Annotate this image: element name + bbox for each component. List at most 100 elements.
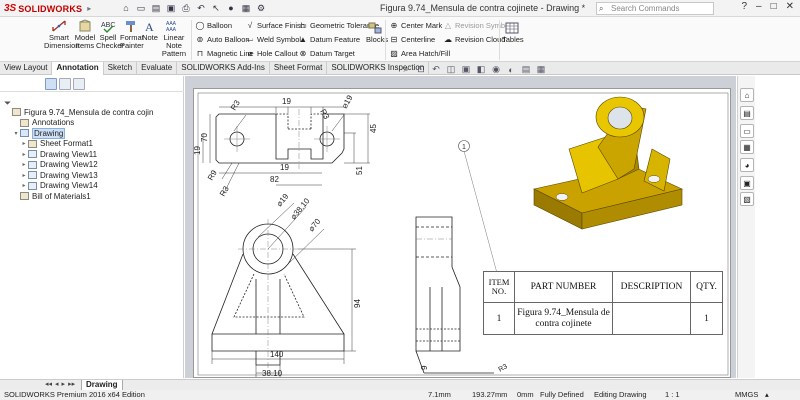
maximize-button[interactable]: □ <box>771 1 777 12</box>
previous-view-icon[interactable]: ↶ <box>430 64 442 75</box>
print-icon[interactable]: ⎙ <box>180 2 192 14</box>
dim-45[interactable]: 45 <box>369 124 378 133</box>
blocks-button[interactable]: Blocks <box>366 21 388 44</box>
dim-phi38[interactable]: ⌀38.10 <box>289 196 312 221</box>
area-hatch-fill-button[interactable]: ▨ Area Hatch/Fill <box>389 48 450 58</box>
tree-expand-icon[interactable]: ▾ <box>12 130 20 137</box>
dim-94[interactable]: 94 <box>353 299 362 308</box>
dim-9[interactable]: 9 <box>420 365 429 370</box>
model-items-button[interactable]: Model Items <box>74 19 96 50</box>
solidworks-resources-icon[interactable]: ⌂ <box>740 88 754 102</box>
dim-r3-c[interactable]: R3 <box>218 184 231 198</box>
save-icon[interactable]: ▣ <box>165 2 177 14</box>
datum-feature-button[interactable]: ▲ Datum Feature <box>298 34 360 44</box>
balloon-button[interactable]: ◯ Balloon <box>195 20 233 30</box>
smart-dimension-button[interactable]: Smart Dimension <box>44 19 79 50</box>
file-explorer-icon[interactable]: ▭ <box>740 124 754 138</box>
undo-icon[interactable]: ↶ <box>195 2 207 14</box>
configuration-manager-tab-icon[interactable] <box>73 78 85 90</box>
status-scale[interactable]: 1 : 1 <box>665 390 680 400</box>
apply-scene-icon[interactable]: ▤ <box>520 64 532 75</box>
tree-item[interactable]: ▸ Drawing View12 <box>0 160 184 171</box>
rebuild-icon[interactable]: ● <box>225 2 237 14</box>
hide-show-items-icon[interactable]: ◉ <box>490 64 502 75</box>
new-document-icon[interactable]: ▭ <box>135 2 147 14</box>
tab-sketch[interactable]: Sketch <box>104 62 138 75</box>
center-mark-button[interactable]: ⊕ Center Mark <box>389 20 443 30</box>
open-icon[interactable]: ▤ <box>150 2 162 14</box>
solidworks-forum-icon[interactable]: ▧ <box>740 192 754 206</box>
dim-phi19-top[interactable]: ⌀19 <box>340 93 355 110</box>
tab-annotation[interactable]: Annotation <box>52 62 104 75</box>
dim-19-side[interactable]: 19 <box>194 146 202 155</box>
dim-82[interactable]: 82 <box>270 175 279 184</box>
home-icon[interactable]: ⌂ <box>120 2 132 14</box>
appearances-icon[interactable]: ◕ <box>740 158 754 172</box>
tree-expand-icon[interactable]: ▸ <box>20 140 28 147</box>
tree-item[interactable]: ▸ Sheet Format1 <box>0 139 184 150</box>
surface-finish-button[interactable]: √ Surface Finish <box>245 20 305 30</box>
close-button[interactable]: ✕ <box>786 1 794 12</box>
file-properties-icon[interactable]: ▦ <box>240 2 252 14</box>
section-view-icon[interactable]: ◫ <box>445 64 457 75</box>
tab-sheet-format[interactable]: Sheet Format <box>270 62 328 75</box>
dim-r9[interactable]: R9 <box>206 168 219 182</box>
revision-symbol-button[interactable]: △ Revision Symbol <box>443 20 511 30</box>
tree-item[interactable]: ▾ Drawing <box>0 127 184 139</box>
property-manager-tab-icon[interactable] <box>59 78 71 90</box>
tree-item[interactable]: Figura 9.74_Mensula de contra cojin <box>0 107 184 118</box>
dim-70[interactable]: 70 <box>200 133 209 142</box>
note-button[interactable]: A Note <box>142 19 158 42</box>
auto-balloon-button[interactable]: ⊚ Auto Balloon <box>195 34 250 44</box>
units-dropdown-icon[interactable]: ▴ <box>765 390 769 400</box>
search-commands-input[interactable]: ⌕ Search Commands <box>596 2 714 15</box>
tree-item[interactable]: ▸ Drawing View13 <box>0 170 184 181</box>
tab-view-layout[interactable]: View Layout <box>0 62 53 75</box>
solidworks-logo[interactable]: 3S SOLIDWORKS ▸ <box>4 2 91 15</box>
first-sheet-icon[interactable]: ◂◂ <box>45 380 52 388</box>
zoom-to-area-icon[interactable]: ⊡ <box>415 64 427 75</box>
dim-51[interactable]: 51 <box>355 166 364 175</box>
tree-expand-icon[interactable]: ▸ <box>20 161 28 168</box>
last-sheet-icon[interactable]: ▸▸ <box>68 380 75 388</box>
dim-38[interactable]: 38.10 <box>262 369 283 378</box>
status-units[interactable]: MMGS <box>735 390 758 400</box>
datum-target-button[interactable]: ⊗ Datum Target <box>298 48 355 58</box>
custom-properties-icon[interactable]: ▣ <box>740 176 754 190</box>
tree-expand-icon[interactable]: ▸ <box>20 172 28 179</box>
tree-expand-icon[interactable]: ▸ <box>20 151 28 158</box>
spell-checker-button[interactable]: ABC Spell Checker <box>96 19 124 50</box>
dim-r3-d[interactable]: R3 <box>498 363 509 374</box>
centerline-button[interactable]: ⊟ Centerline <box>389 34 436 44</box>
tab-solidworks-add-ins[interactable]: SOLIDWORKS Add-Ins <box>177 62 270 75</box>
display-style-icon[interactable]: ◧ <box>475 64 487 75</box>
view-settings-icon[interactable]: ▦ <box>535 64 547 75</box>
design-library-icon[interactable]: ▤ <box>740 106 754 120</box>
dim-140[interactable]: 140 <box>270 350 284 359</box>
table-row[interactable]: 1 Figura 9.74_Mensula de contra cojinete… <box>483 302 723 335</box>
feature-manager-tab-icon[interactable] <box>45 78 57 90</box>
dim-19-low[interactable]: 19 <box>280 163 289 172</box>
tree-expand-icon[interactable]: ▸ <box>20 182 28 189</box>
select-icon[interactable]: ↖ <box>210 2 222 14</box>
dim-r3-b[interactable]: R3 <box>318 108 331 122</box>
bill-of-materials-table[interactable]: ITEM NO. PART NUMBER DESCRIPTION QTY. 1 … <box>483 271 723 335</box>
zoom-to-fit-icon[interactable]: ⌕ <box>400 64 412 75</box>
linear-note-pattern-button[interactable]: AAA AAA Linear Note Pattern <box>158 19 190 58</box>
dim-phi70[interactable]: ⌀70 <box>307 217 323 234</box>
revision-cloud-button[interactable]: ☁ Revision Cloud <box>443 34 505 44</box>
next-sheet-icon[interactable]: ▸ <box>62 380 66 388</box>
minimize-button[interactable]: – <box>756 1 762 12</box>
tree-item[interactable]: ▸ Drawing View11 <box>0 149 184 160</box>
format-painter-button[interactable]: Format Painter <box>120 19 144 50</box>
prev-sheet-icon[interactable]: ◂ <box>55 380 59 388</box>
tables-button[interactable]: Tables <box>502 21 524 44</box>
options-icon[interactable]: ⚙ <box>255 2 267 14</box>
tree-item[interactable]: Bill of Materials1 <box>0 191 184 202</box>
menu-arrow-icon[interactable]: ▸ <box>87 4 91 13</box>
dim-19-top[interactable]: 19 <box>282 97 291 106</box>
help-icon[interactable]: ? <box>741 1 747 12</box>
tree-item[interactable]: Annotations <box>0 118 184 129</box>
tab-evaluate[interactable]: Evaluate <box>137 62 178 75</box>
edit-appearance-icon[interactable]: ◐ <box>505 64 517 75</box>
